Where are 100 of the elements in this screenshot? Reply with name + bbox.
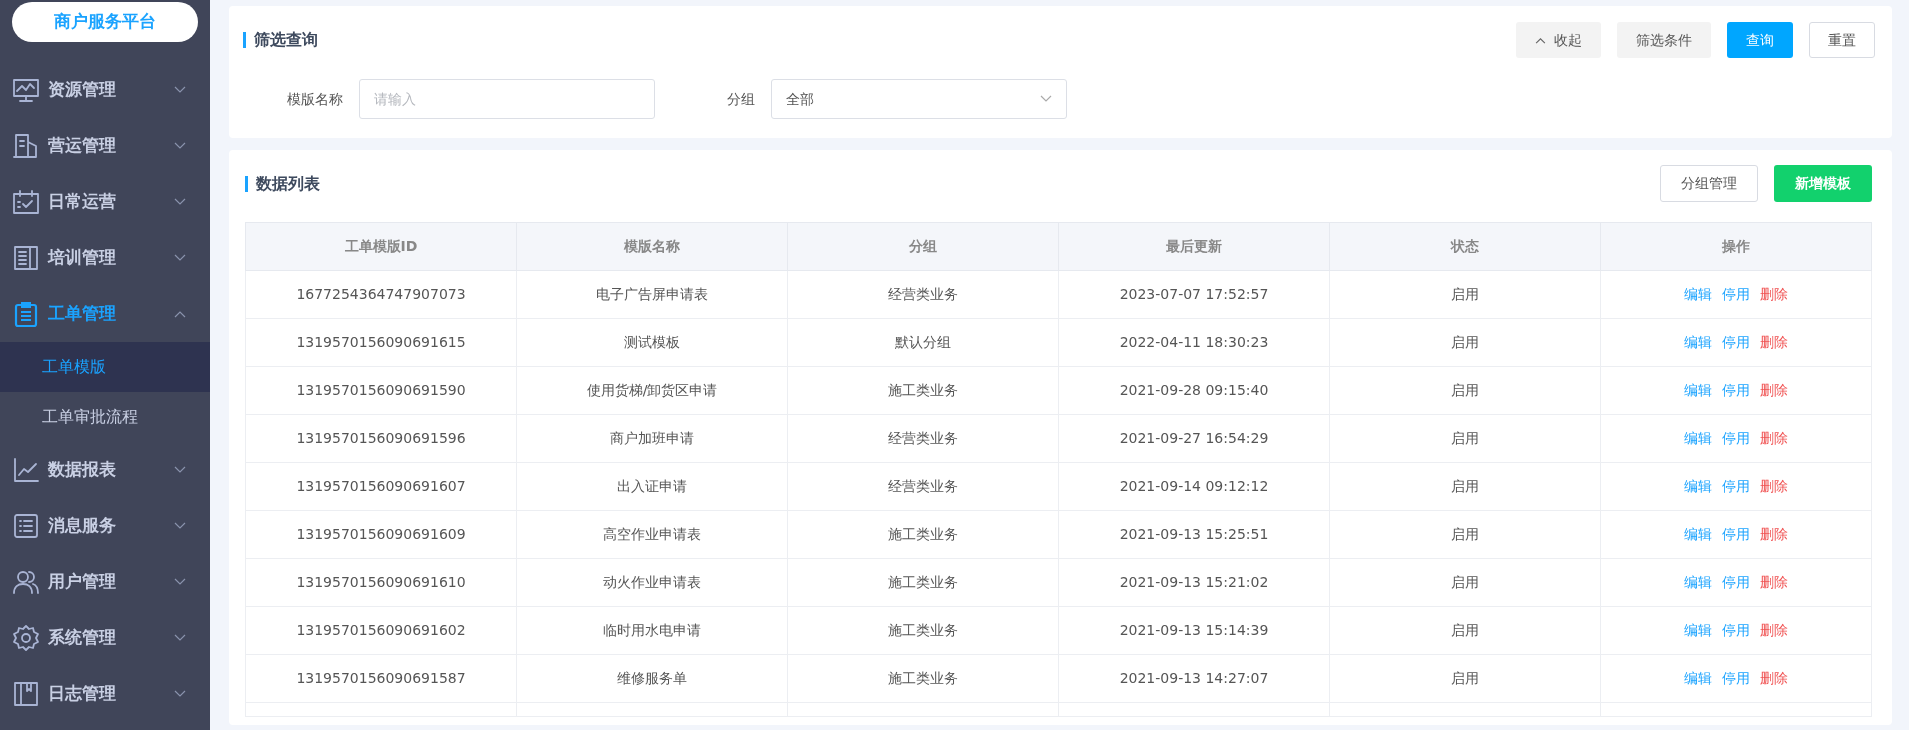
action-link[interactable]: 删除 bbox=[1760, 670, 1788, 686]
table-cell: 启用 bbox=[1329, 654, 1601, 703]
table-cell: 1319570156090691587 bbox=[245, 654, 517, 703]
table-cell: 2021-09-13 15:25:51 bbox=[1058, 510, 1330, 559]
action-link[interactable]: 删除 bbox=[1760, 430, 1788, 446]
table-cell: 施工类业务 bbox=[787, 606, 1059, 655]
action-link[interactable]: 编辑 bbox=[1684, 670, 1712, 686]
table-cell: 施工类业务 bbox=[787, 510, 1059, 559]
chevron-down-icon bbox=[1040, 95, 1052, 103]
sidebar-item[interactable]: 数据报表 bbox=[0, 442, 210, 498]
table-cell: 启用 bbox=[1329, 318, 1601, 367]
sidebar-subitem[interactable]: 工单审批流程 bbox=[0, 392, 210, 442]
action-link[interactable]: 停用 bbox=[1722, 670, 1750, 686]
line-chart-icon bbox=[12, 456, 40, 484]
chevron-icon bbox=[174, 578, 186, 586]
action-link[interactable]: 停用 bbox=[1722, 334, 1750, 350]
table-cell: 2021-09-13 14:27:07 bbox=[1058, 654, 1330, 703]
table-cell: 2021-09-13 15:14:39 bbox=[1058, 606, 1330, 655]
table-cell: 动火作业申请表 bbox=[516, 558, 788, 607]
table-cell: 1319570156090691590 bbox=[245, 366, 517, 415]
table-cell: 1677254364747907073 bbox=[245, 270, 517, 319]
action-link[interactable]: 删除 bbox=[1760, 526, 1788, 542]
section-title: 数据列表 bbox=[245, 175, 320, 192]
action-link[interactable]: 编辑 bbox=[1684, 286, 1712, 302]
action-button[interactable]: 查询 bbox=[1727, 22, 1793, 58]
select-field[interactable]: 全部 bbox=[771, 79, 1067, 119]
sidebar-item[interactable]: 用户管理 bbox=[0, 554, 210, 610]
action-link[interactable]: 编辑 bbox=[1684, 430, 1712, 446]
chevron-icon bbox=[174, 198, 186, 206]
table-cell: 经营类业务 bbox=[787, 414, 1059, 463]
text-input-field[interactable]: 请输入 bbox=[359, 79, 655, 119]
action-link[interactable]: 停用 bbox=[1722, 574, 1750, 590]
table-cell: 默认分组 bbox=[787, 318, 1059, 367]
table-cell: 启用 bbox=[1329, 270, 1601, 319]
action-link[interactable]: 停用 bbox=[1722, 430, 1750, 446]
sidebar-item[interactable]: 培训管理 bbox=[0, 230, 210, 286]
field-label: 模版名称 bbox=[287, 89, 343, 109]
platform-logo-button[interactable]: 商户服务平台 bbox=[12, 2, 198, 42]
book-icon bbox=[12, 680, 40, 708]
action-link[interactable]: 停用 bbox=[1722, 526, 1750, 542]
sidebar-item[interactable]: 消息服务 bbox=[0, 498, 210, 554]
table-cell: 启用 bbox=[1329, 558, 1601, 607]
action-link[interactable]: 删除 bbox=[1760, 574, 1788, 590]
field-label: 分组 bbox=[727, 89, 755, 109]
chevron-icon bbox=[174, 466, 186, 474]
column-header: 模版名称 bbox=[516, 222, 788, 271]
action-button[interactable]: 分组管理 bbox=[1660, 165, 1758, 202]
action-button[interactable]: 筛选条件 bbox=[1617, 22, 1711, 58]
action-link[interactable]: 删除 bbox=[1760, 286, 1788, 302]
sidebar-item[interactable]: 资源管理 bbox=[0, 62, 210, 118]
building-icon bbox=[12, 132, 40, 160]
sidebar-item[interactable]: 系统管理 bbox=[0, 610, 210, 666]
table-cell: 商户加班申请 bbox=[516, 414, 788, 463]
table-cell: 临时用水电申请 bbox=[516, 606, 788, 655]
action-button[interactable]: 新增模板 bbox=[1774, 165, 1872, 202]
table-cell: 施工类业务 bbox=[787, 654, 1059, 703]
action-button[interactable]: 重置 bbox=[1809, 22, 1875, 58]
chevron-icon bbox=[174, 254, 186, 262]
chevron-icon bbox=[174, 142, 186, 150]
clipboard-icon bbox=[12, 300, 40, 328]
table-cell: 1319570156090691602 bbox=[245, 606, 517, 655]
action-link[interactable]: 编辑 bbox=[1684, 478, 1712, 494]
table-cell: 使用货梯/卸货区申请 bbox=[516, 366, 788, 415]
column-header: 工单模版ID bbox=[245, 222, 517, 271]
table-cell: 2021-09-28 09:15:40 bbox=[1058, 366, 1330, 415]
sidebar-item[interactable]: 营运管理 bbox=[0, 118, 210, 174]
action-link[interactable]: 删除 bbox=[1760, 334, 1788, 350]
action-link[interactable]: 删除 bbox=[1760, 478, 1788, 494]
action-link[interactable]: 删除 bbox=[1760, 382, 1788, 398]
action-link[interactable]: 编辑 bbox=[1684, 334, 1712, 350]
sidebar-item[interactable]: 工单管理 bbox=[0, 286, 210, 342]
action-link[interactable]: 停用 bbox=[1722, 622, 1750, 638]
sidebar-item[interactable]: 日常运营 bbox=[0, 174, 210, 230]
action-link[interactable]: 编辑 bbox=[1684, 574, 1712, 590]
table-cell: 2022-04-11 18:30:23 bbox=[1058, 318, 1330, 367]
table-cell: 启用 bbox=[1329, 462, 1601, 511]
table-cell: 启用 bbox=[1329, 414, 1601, 463]
column-header: 操作 bbox=[1600, 222, 1872, 271]
action-link[interactable]: 编辑 bbox=[1684, 622, 1712, 638]
action-link[interactable]: 停用 bbox=[1722, 382, 1750, 398]
collapse-button[interactable]: 收起 bbox=[1516, 22, 1601, 58]
table-cell: 启用 bbox=[1329, 366, 1601, 415]
action-link[interactable]: 编辑 bbox=[1684, 526, 1712, 542]
table-cell: 2023-07-07 17:52:57 bbox=[1058, 270, 1330, 319]
book-list-icon bbox=[12, 244, 40, 272]
action-link[interactable]: 停用 bbox=[1722, 286, 1750, 302]
table-cell: 启用 bbox=[1329, 510, 1601, 559]
action-link[interactable]: 删除 bbox=[1760, 622, 1788, 638]
sidebar-item[interactable]: 日志管理 bbox=[0, 666, 210, 722]
table-cell: 2021-09-14 09:12:12 bbox=[1058, 462, 1330, 511]
table-cell: 2021-09-27 16:54:29 bbox=[1058, 414, 1330, 463]
sidebar-subitem[interactable]: 工单模版 bbox=[0, 342, 210, 392]
table-cell: 1319570156090691596 bbox=[245, 414, 517, 463]
action-link[interactable]: 编辑 bbox=[1684, 382, 1712, 398]
table-cell: 维修服务单 bbox=[516, 654, 788, 703]
table-cell: 高空作业申请表 bbox=[516, 510, 788, 559]
chevron-icon bbox=[174, 690, 186, 698]
table-cell: 测试模板 bbox=[516, 318, 788, 367]
action-link[interactable]: 停用 bbox=[1722, 478, 1750, 494]
table-cell: 出入证申请 bbox=[516, 462, 788, 511]
